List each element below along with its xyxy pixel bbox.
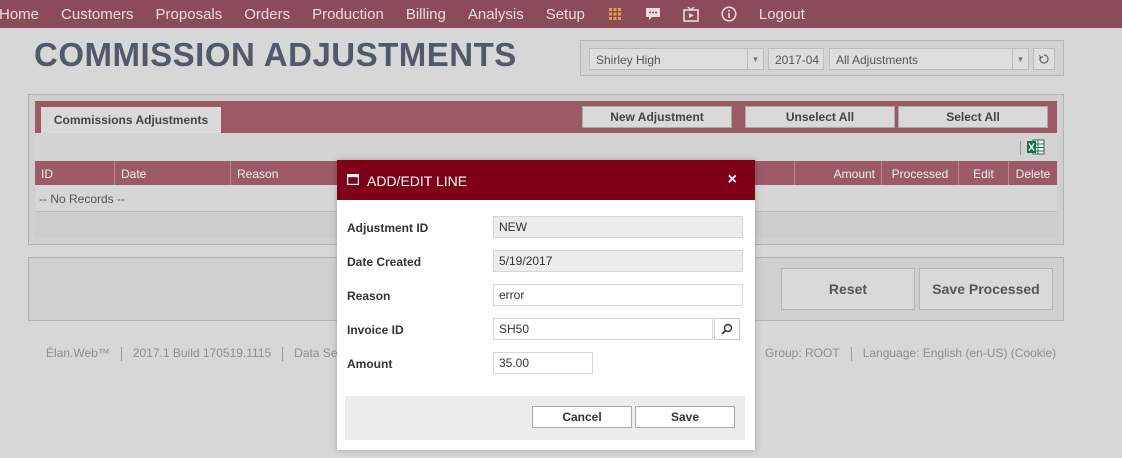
column-header-processed[interactable]: Processed	[882, 161, 959, 185]
invoice-lookup-button[interactable]	[714, 318, 740, 340]
invoice-id-label: Invoice ID	[347, 323, 404, 337]
footer-group: Group: ROOT	[765, 346, 840, 360]
adjustment-id-field[interactable]	[493, 216, 743, 238]
footer-product: Élan.Web™	[46, 346, 110, 360]
date-created-label: Date Created	[347, 255, 422, 269]
user-select[interactable]: Shirley High ▼	[589, 48, 764, 70]
amount-label: Amount	[347, 357, 393, 371]
invoice-id-field[interactable]	[493, 318, 713, 340]
cancel-button[interactable]: Cancel	[532, 406, 632, 428]
date-created-field[interactable]	[493, 250, 743, 272]
save-processed-button[interactable]: Save Processed	[919, 268, 1053, 310]
chevron-down-icon: ▼	[1012, 49, 1028, 69]
nav-billing[interactable]: Billing	[406, 6, 446, 23]
amount-field[interactable]	[493, 352, 593, 374]
dialog-header: ADD/EDIT LINE ×	[337, 160, 755, 200]
column-header-date[interactable]: Date	[115, 161, 231, 185]
add-edit-line-dialog: ADD/EDIT LINE × Adjustment ID Date Creat…	[337, 160, 755, 450]
footer-info-right: Group: ROOT Language: English (en-US) (Co…	[765, 346, 1056, 361]
nav-customers[interactable]: Customers	[61, 6, 134, 23]
nav-setup[interactable]: Setup	[546, 6, 585, 23]
nav-production[interactable]: Production	[312, 6, 384, 23]
nav-home[interactable]: Home	[0, 6, 39, 23]
chat-icon[interactable]	[645, 6, 661, 22]
new-adjustment-button[interactable]: New Adjustment	[582, 106, 732, 128]
adjustment-type-value: All Adjustments	[836, 53, 919, 67]
column-header-edit[interactable]: Edit	[959, 161, 1009, 185]
period-select-value: 2017-04	[775, 53, 820, 67]
close-icon[interactable]: ×	[728, 171, 737, 189]
select-all-button[interactable]: Select All	[898, 106, 1048, 128]
search-icon	[721, 323, 733, 335]
footer-divider	[850, 346, 852, 361]
logout-link[interactable]: Logout	[759, 6, 805, 23]
footer-language: Language: English (en-US) (Cookie)	[862, 346, 1057, 360]
page-title: COMMISSION ADJUSTMENTS	[34, 36, 517, 73]
column-header-amount[interactable]: Amount	[795, 161, 882, 185]
info-icon[interactable]	[721, 6, 737, 22]
user-select-value: Shirley High	[596, 53, 661, 67]
footer-build: 2017.1 Build 170519.1115	[132, 346, 272, 360]
column-header-delete[interactable]: Delete	[1009, 161, 1057, 185]
no-records-message: -- No Records --	[39, 192, 126, 206]
dialog-footer: Cancel Save	[345, 396, 745, 440]
toolbar-divider	[1020, 141, 1021, 155]
dialog-title: ADD/EDIT LINE	[367, 173, 468, 189]
nav-proposals[interactable]: Proposals	[156, 6, 223, 23]
window-icon	[347, 174, 359, 185]
column-header-id[interactable]: ID	[35, 161, 115, 185]
grid-icon[interactable]	[607, 6, 623, 22]
top-nav: Home Customers Proposals Orders Producti…	[0, 0, 1122, 28]
filter-box: Shirley High ▼ 2017-04 All Adjustments ▼	[580, 40, 1064, 76]
footer-info: Élan.Web™ 2017.1 Build 170519.1115 Data Se…	[46, 346, 348, 361]
unselect-all-button[interactable]: Unselect All	[745, 106, 895, 128]
nav-orders[interactable]: Orders	[244, 6, 290, 23]
save-button[interactable]: Save	[635, 406, 735, 428]
refresh-button[interactable]	[1033, 48, 1055, 70]
tab-commissions-adjustments[interactable]: Commissions Adjustments	[41, 107, 221, 133]
chevron-down-icon: ▼	[747, 49, 763, 69]
period-select[interactable]: 2017-04	[768, 48, 824, 70]
grid-tab-bar: Commissions Adjustments New Adjustment U…	[35, 101, 1057, 133]
reason-label: Reason	[347, 289, 391, 303]
footer-divider	[282, 346, 284, 361]
excel-export-icon[interactable]	[1027, 139, 1045, 155]
reason-field[interactable]	[493, 284, 743, 306]
grid-toolbar	[35, 133, 1057, 161]
footer-divider	[120, 346, 122, 361]
tv-icon[interactable]	[683, 6, 699, 22]
adjustment-id-label: Adjustment ID	[347, 221, 429, 235]
adjustment-type-select[interactable]: All Adjustments ▼	[829, 48, 1029, 70]
nav-analysis[interactable]: Analysis	[468, 6, 524, 23]
refresh-icon	[1039, 54, 1049, 64]
reset-button[interactable]: Reset	[781, 268, 915, 310]
